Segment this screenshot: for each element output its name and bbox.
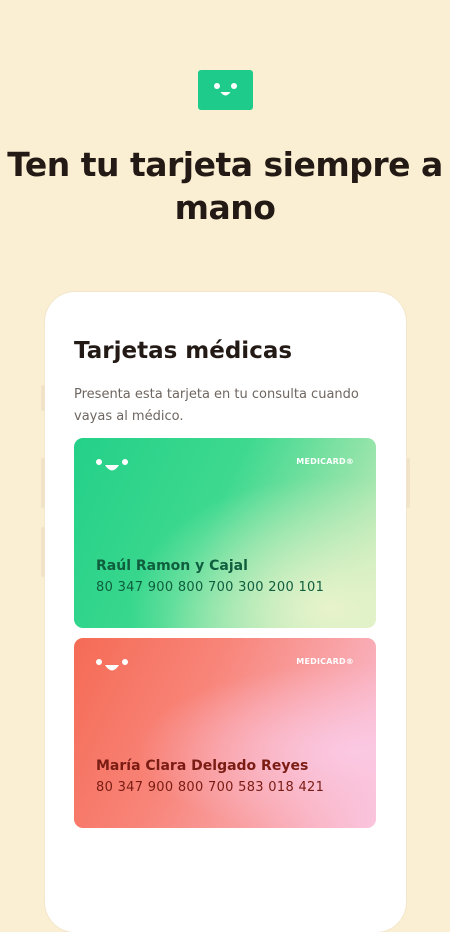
app-logo	[198, 70, 253, 110]
medical-cards-title: Tarjetas médicas	[74, 338, 293, 364]
medical-cards-description: Presenta esta tarjeta en tu consulta cua…	[74, 387, 359, 424]
medical-card-raul[interactable]: MEDICARD® Raúl Ramon y Cajal 80 347 900 …	[74, 438, 376, 628]
card-number: 80 347 900 800 700 583 018 421	[96, 780, 325, 795]
phone-side-button	[41, 385, 45, 411]
phone-side-button	[406, 458, 410, 508]
hero-title: Ten tu tarjeta siempre a mano	[7, 145, 443, 227]
card-number: 80 347 900 800 700 300 200 101	[96, 580, 325, 595]
card-holder-name: María Clara Delgado Reyes	[96, 758, 309, 774]
card-brand-label: MEDICARD®	[296, 657, 354, 666]
medical-card-maria[interactable]: MEDICARD® María Clara Delgado Reyes 80 3…	[74, 638, 376, 828]
card-brand-label: MEDICARD®	[296, 457, 354, 466]
smiley-logo-icon	[96, 459, 128, 471]
phone-side-button	[41, 458, 45, 508]
smiley-logo-icon	[214, 83, 237, 96]
phone-side-button	[41, 527, 45, 577]
card-holder-name: Raúl Ramon y Cajal	[96, 558, 248, 574]
smiley-logo-icon	[96, 659, 128, 671]
